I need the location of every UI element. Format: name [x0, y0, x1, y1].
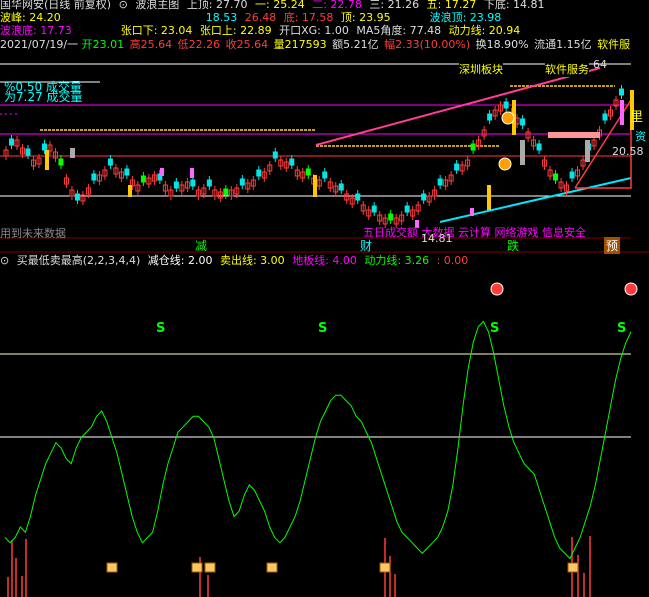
markers: SSSS [106, 282, 638, 573]
buy-marker-icon [379, 562, 391, 573]
s-marker: S [490, 321, 499, 336]
buy-marker-icon [204, 562, 216, 573]
buy-marker-icon [567, 562, 579, 573]
power-line-series [4, 320, 632, 560]
s-marker: S [318, 321, 327, 336]
red-spikes [7, 536, 591, 597]
buy-marker-icon [191, 562, 203, 573]
buy-marker-icon [266, 562, 278, 573]
signal-dot [624, 282, 638, 296]
s-marker: S [156, 321, 165, 336]
s-marker: S [617, 321, 626, 336]
indicator-chart: SSSS [0, 282, 638, 597]
buy-marker-icon [106, 562, 118, 573]
signal-dot [490, 282, 504, 296]
